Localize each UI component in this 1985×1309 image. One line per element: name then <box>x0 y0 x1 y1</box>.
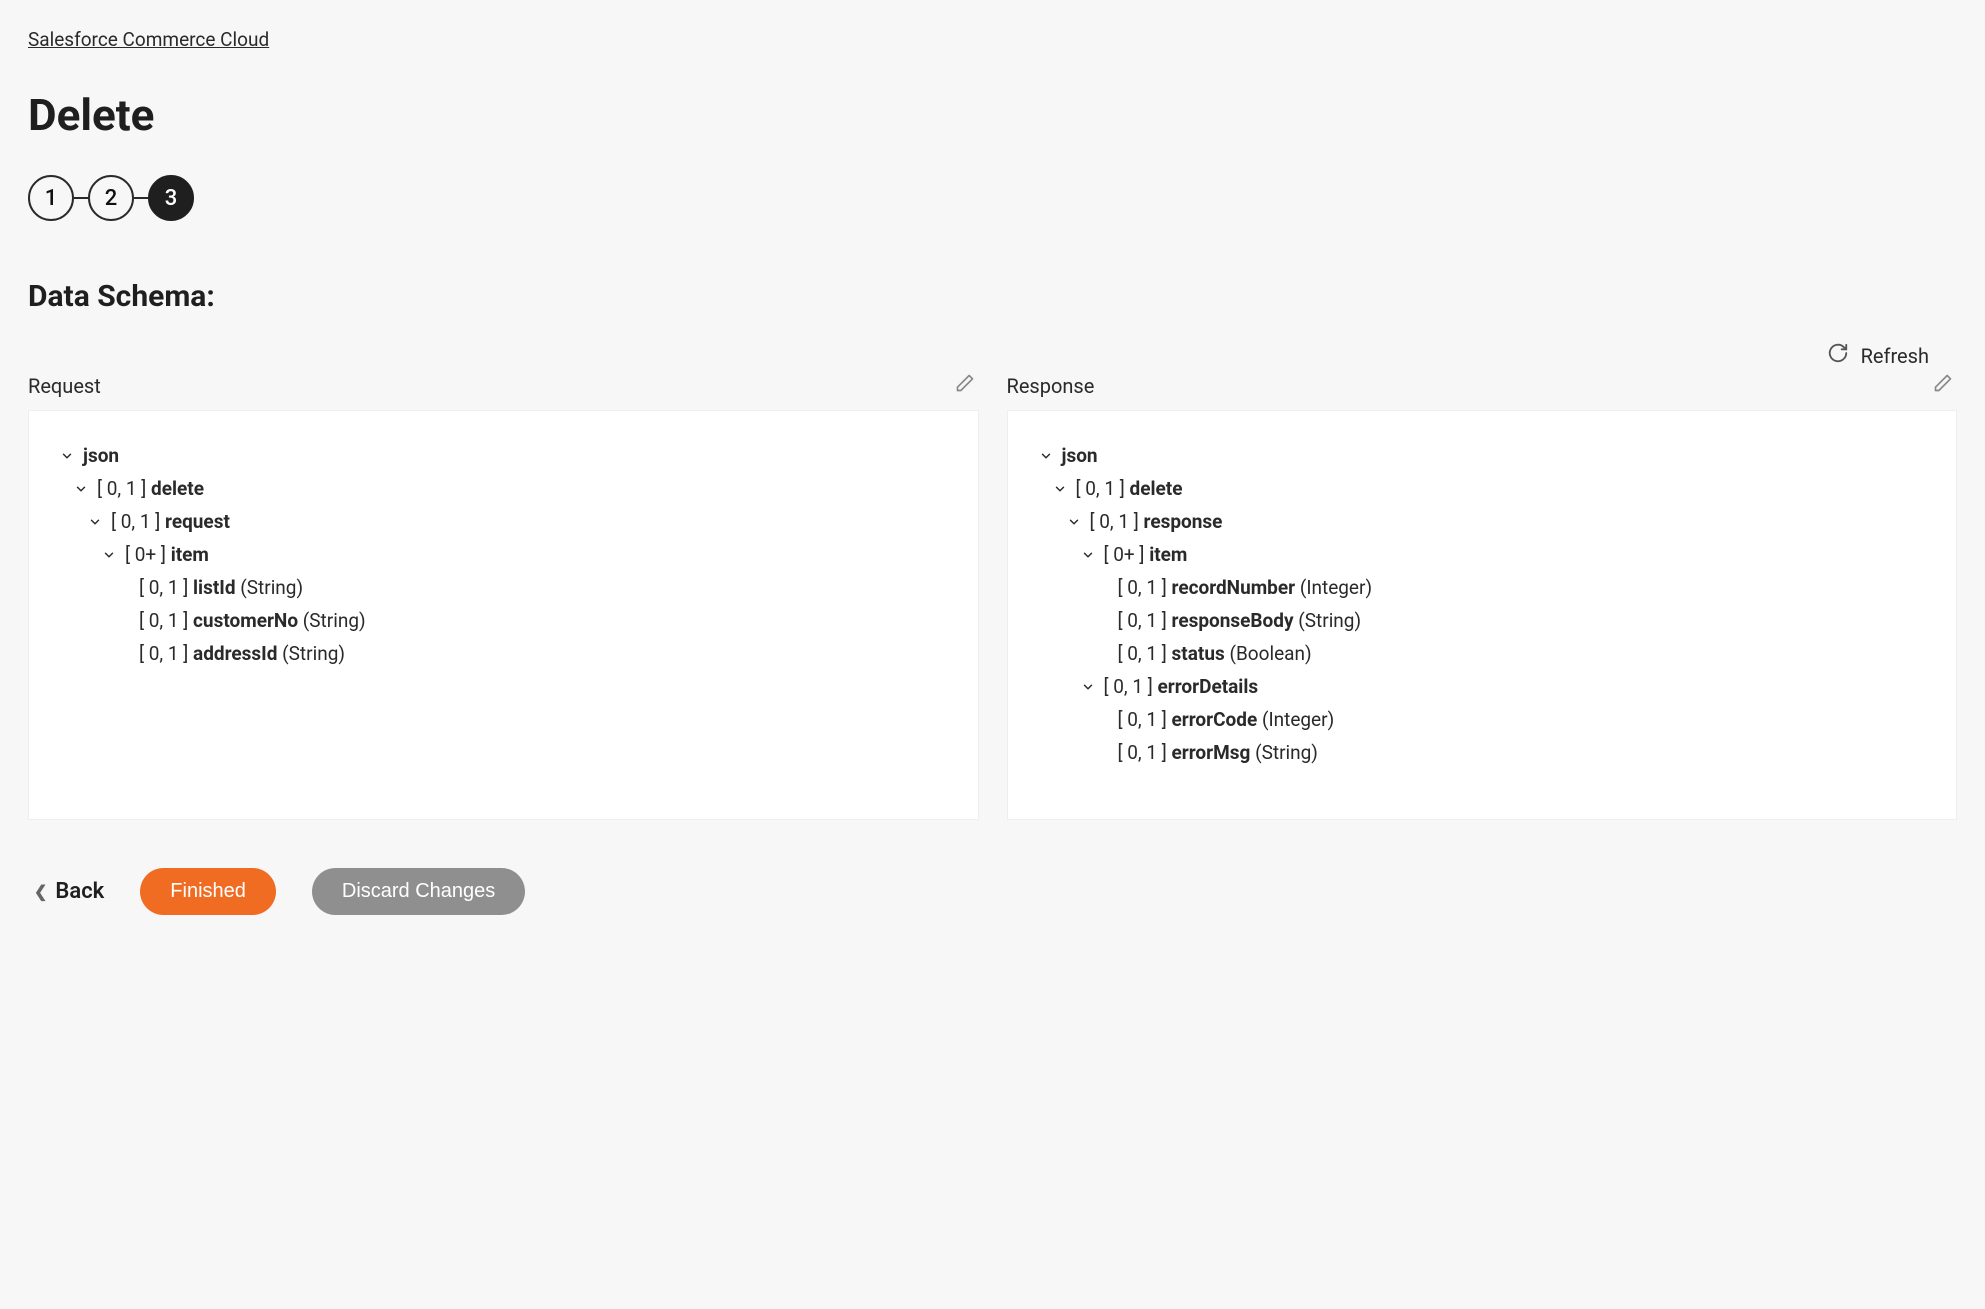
tree-node-label: [ 0, 1 ] customerNo (String) <box>139 611 366 630</box>
tree-node-item[interactable]: [ 0+ ] item <box>1038 538 1927 571</box>
request-panel: Request json [ 0, 1 ] delete [ 0, 1 ] requ… <box>28 373 979 820</box>
step-3[interactable]: 3 <box>148 175 194 221</box>
tree-node-response[interactable]: [ 0, 1 ] response <box>1038 505 1927 538</box>
tree-node-item[interactable]: [ 0+ ] item <box>59 538 948 571</box>
tree-node-label: [ 0, 1 ] delete <box>1076 479 1183 498</box>
tree-node-label: [ 0, 1 ] response <box>1090 512 1223 531</box>
tree-node-label: [ 0, 1 ] request <box>111 512 230 531</box>
refresh-icon[interactable] <box>1827 342 1849 369</box>
chevron-down-icon[interactable] <box>1080 680 1096 694</box>
chevron-down-icon[interactable] <box>73 482 89 496</box>
breadcrumb-link[interactable]: Salesforce Commerce Cloud <box>28 28 269 51</box>
step-connector <box>134 197 148 199</box>
step-connector <box>74 197 88 199</box>
tree-node-label: [ 0, 1 ] errorMsg (String) <box>1118 743 1318 762</box>
tree-node-delete[interactable]: [ 0, 1 ] delete <box>59 472 948 505</box>
tree-node-responseBody: [ 0, 1 ] responseBody (String) <box>1038 604 1927 637</box>
step-2[interactable]: 2 <box>88 175 134 221</box>
finished-button[interactable]: Finished <box>140 868 276 915</box>
chevron-down-icon[interactable] <box>1052 482 1068 496</box>
tree-node-customerNo: [ 0, 1 ] customerNo (String) <box>59 604 948 637</box>
tree-node-label: json <box>1062 446 1098 465</box>
request-panel-title: Request <box>28 374 101 398</box>
tree-node-label: [ 0, 1 ] errorCode (Integer) <box>1118 710 1335 729</box>
response-panel-title: Response <box>1007 374 1095 398</box>
tree-node-errorDetails[interactable]: [ 0, 1 ] errorDetails <box>1038 670 1927 703</box>
tree-node-request[interactable]: [ 0, 1 ] request <box>59 505 948 538</box>
chevron-down-icon[interactable] <box>101 548 117 562</box>
tree-node-recordNumber: [ 0, 1 ] recordNumber (Integer) <box>1038 571 1927 604</box>
back-button[interactable]: ❮ Back <box>34 879 104 904</box>
chevron-down-icon[interactable] <box>59 449 75 463</box>
tree-node-label: [ 0, 1 ] status (Boolean) <box>1118 644 1312 663</box>
discard-button[interactable]: Discard Changes <box>312 868 525 915</box>
response-tree: json [ 0, 1 ] delete [ 0, 1 ] response [ 0+… <box>1007 410 1958 820</box>
section-heading: Data Schema: <box>28 279 1957 314</box>
tree-node-addressId: [ 0, 1 ] addressId (String) <box>59 637 948 670</box>
tree-node-label: [ 0+ ] item <box>125 545 209 564</box>
tree-node-label: [ 0+ ] item <box>1104 545 1188 564</box>
edit-response-icon[interactable] <box>1933 373 1953 398</box>
tree-node-label: [ 0, 1 ] responseBody (String) <box>1118 611 1362 630</box>
page-title: Delete <box>28 89 1957 141</box>
tree-node-status: [ 0, 1 ] status (Boolean) <box>1038 637 1927 670</box>
response-panel: Response json [ 0, 1 ] delete [ 0, 1 ] res… <box>1007 373 1958 820</box>
tree-node-errorCode: [ 0, 1 ] errorCode (Integer) <box>1038 703 1927 736</box>
tree-node-json[interactable]: json <box>59 439 948 472</box>
stepper: 123 <box>28 175 1957 221</box>
tree-node-delete[interactable]: [ 0, 1 ] delete <box>1038 472 1927 505</box>
tree-node-listId: [ 0, 1 ] listId (String) <box>59 571 948 604</box>
tree-node-json[interactable]: json <box>1038 439 1927 472</box>
tree-node-errorMsg: [ 0, 1 ] errorMsg (String) <box>1038 736 1927 769</box>
chevron-left-icon: ❮ <box>34 882 47 901</box>
tree-node-label: json <box>83 446 119 465</box>
request-tree: json [ 0, 1 ] delete [ 0, 1 ] request [ 0+ … <box>28 410 979 820</box>
back-label: Back <box>55 879 104 904</box>
chevron-down-icon[interactable] <box>1066 515 1082 529</box>
tree-node-label: [ 0, 1 ] addressId (String) <box>139 644 345 663</box>
edit-request-icon[interactable] <box>955 373 975 398</box>
tree-node-label: [ 0, 1 ] recordNumber (Integer) <box>1118 578 1373 597</box>
tree-node-label: [ 0, 1 ] delete <box>97 479 204 498</box>
step-1[interactable]: 1 <box>28 175 74 221</box>
tree-node-label: [ 0, 1 ] listId (String) <box>139 578 303 597</box>
chevron-down-icon[interactable] <box>87 515 103 529</box>
tree-node-label: [ 0, 1 ] errorDetails <box>1104 677 1259 696</box>
refresh-button[interactable]: Refresh <box>1861 344 1929 368</box>
chevron-down-icon[interactable] <box>1080 548 1096 562</box>
chevron-down-icon[interactable] <box>1038 449 1054 463</box>
